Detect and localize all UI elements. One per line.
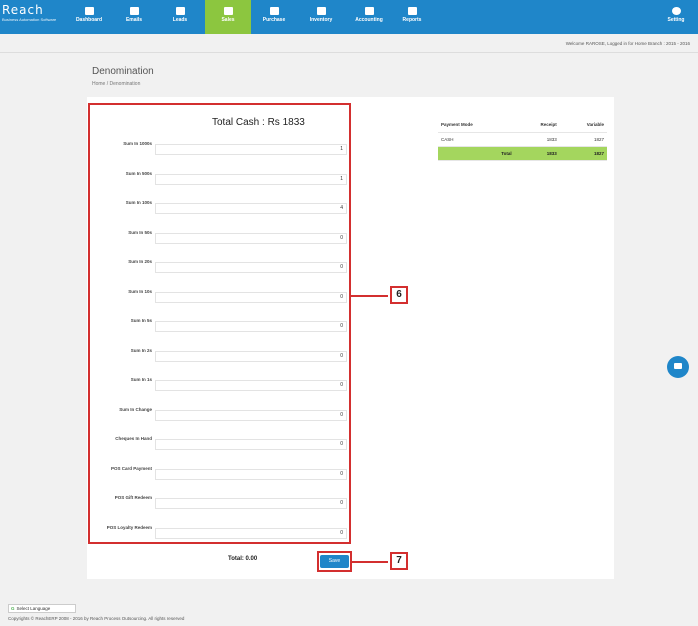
column-header: Variable [559,118,607,133]
table-header-row: Payment Mode Receipt Variable [438,118,607,133]
gear-icon [671,7,681,15]
brand-name: Reach [2,3,44,17]
nav-label: Reports [402,17,422,23]
nav-emails[interactable]: Emails [115,0,153,34]
nav-label: Purchase [262,17,286,23]
column-header: Payment Mode [438,118,515,133]
nav-dashboard[interactable]: Dashboard [71,0,107,34]
leads-icon [175,7,185,15]
dashboard-icon [84,7,94,15]
nav-label: Dashboard [75,17,103,23]
callout-connector [351,295,388,297]
callout-connector [352,561,388,563]
table-cell: 1827 [559,146,607,161]
nav-label: Inventory [309,17,333,23]
sales-chart-icon [223,7,233,15]
divider [0,52,698,53]
nav-label: Leads [172,17,188,23]
callout-badge-7: 7 [390,552,408,570]
table-cell: 1833 [514,132,560,147]
nav-inventory[interactable]: Inventory [300,0,342,34]
google-translate-icon: G [11,606,15,611]
total-label: Total: 0.00 [228,556,258,562]
callout-badge-6: 6 [390,286,408,304]
highlight-box-denomination [88,103,351,544]
brand-tagline: Business Automation Software [2,17,57,22]
table-row: CASH 1833 1827 [438,132,607,147]
table-cell: CASH [438,132,515,147]
table-cell: Total [438,146,515,161]
top-nav: Reach Business Automation Software Dashb… [0,0,698,34]
column-header: Receipt [514,118,560,133]
purchase-icon [269,7,279,15]
nav-label: Sales [221,17,235,23]
nav-purchase[interactable]: Purchase [254,0,294,34]
nav-label: Emails [125,17,143,23]
table-total-row: Total 1833 1827 [438,146,607,161]
page-title: Denomination [92,66,154,77]
breadcrumb[interactable]: Home / Denomination [92,81,140,87]
accounting-icon [364,7,374,15]
nav-accounting[interactable]: Accounting [347,0,391,34]
reports-icon [407,7,417,15]
table-cell: 1827 [559,132,607,147]
nav-setting[interactable]: Setting [658,0,694,34]
language-select[interactable]: G Select Language [8,604,76,613]
nav-sales[interactable]: Sales [205,0,251,34]
chat-icon[interactable] [667,356,689,378]
language-label: Select Language [16,606,51,611]
welcome-text: Welcome RAROSE, Logged in for Home Branc… [565,41,690,46]
nav-label: Setting [667,17,685,23]
table-cell: 1833 [514,146,560,161]
payment-mode-table: Payment Mode Receipt Variable CASH 1833 … [438,118,607,161]
email-icon [129,7,139,15]
inventory-icon [316,7,326,15]
nav-label: Accounting [355,17,383,23]
app-logo[interactable]: Reach Business Automation Software [2,3,68,31]
highlight-box-save [317,551,352,572]
copyright-text: Copyrights © ReachERP 2008 - 2016 by Rea… [8,616,185,621]
nav-reports[interactable]: Reports [394,0,430,34]
nav-leads[interactable]: Leads [161,0,199,34]
